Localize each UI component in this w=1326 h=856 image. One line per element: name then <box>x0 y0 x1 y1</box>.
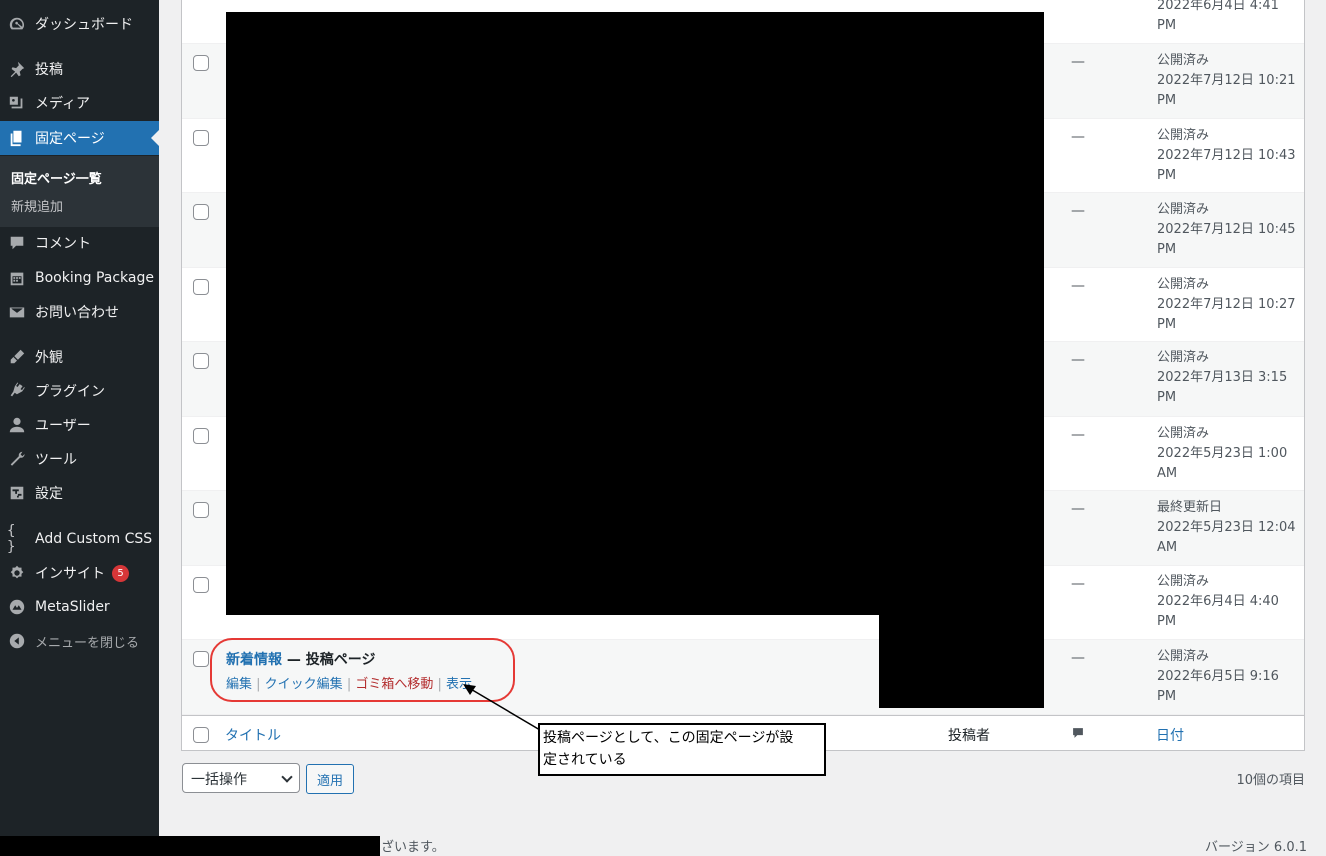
menu-users-label: ユーザー <box>35 418 91 434</box>
menu-tools-label: ツール <box>35 452 77 468</box>
submenu-all-pages[interactable]: 固定ページ一覧 <box>11 168 102 187</box>
row-author: — <box>1071 278 1085 294</box>
metaslider-icon <box>7 597 27 617</box>
plugin-icon <box>7 381 27 401</box>
row-checkbox[interactable] <box>193 55 209 71</box>
row-author: — <box>1071 54 1085 70</box>
annotation-callout: 投稿ページとして、この固定ページが設 定されている <box>538 723 826 776</box>
menu-collapse[interactable]: メニューを閉じる <box>0 624 159 658</box>
bulk-action-value: 一括操作 <box>191 772 247 788</box>
footer-thanks: ざいます。 <box>381 840 445 855</box>
wrench-icon <box>7 449 27 469</box>
row-checkbox[interactable] <box>193 130 209 146</box>
admin-sidebar: ダッシュボード 投稿 メディア 固定ページ 固定ページ一覧 新規追加 コメント … <box>0 0 159 856</box>
dashboard-icon <box>7 14 27 34</box>
menu-appearance[interactable]: 外観 <box>0 340 159 374</box>
menu-dashboard-label: ダッシュボード <box>35 17 133 33</box>
menu-plugins-label: プラグイン <box>35 384 105 400</box>
menu-settings[interactable]: 設定 <box>0 476 159 510</box>
row-author: — <box>1071 427 1085 443</box>
row-date: 最終更新日 2022年5月23日 12:04 AM <box>1157 500 1296 555</box>
menu-media-label: メディア <box>35 96 91 112</box>
comment-icon <box>7 233 27 253</box>
items-count: 10個の項目 <box>1236 773 1305 788</box>
mail-icon <box>7 302 27 322</box>
menu-booking-package[interactable]: Booking Package <box>0 261 159 295</box>
pages-icon <box>7 128 27 148</box>
collapse-icon <box>7 631 27 651</box>
media-icon <box>7 93 27 113</box>
user-icon <box>7 415 27 435</box>
row-author: — <box>1071 129 1085 145</box>
menu-media[interactable]: メディア <box>0 86 159 120</box>
menu-pages-label: 固定ページ <box>35 131 105 147</box>
row-checkbox[interactable] <box>193 651 209 667</box>
menu-users[interactable]: ユーザー <box>0 408 159 442</box>
column-author-header: 投稿者 <box>948 728 990 744</box>
redaction-box <box>226 12 1044 615</box>
menu-insight[interactable]: インサイト 5 <box>0 556 159 590</box>
menu-booking-label: Booking Package <box>35 270 154 286</box>
row-checkbox[interactable] <box>193 279 209 295</box>
chevron-down-icon <box>281 771 293 783</box>
insight-badge: 5 <box>112 564 129 582</box>
row-author: — <box>1071 501 1085 517</box>
menu-custom-css[interactable]: { } Add Custom CSS <box>0 522 159 556</box>
row-date: 公開済み 2022年6月5日 9:16 PM <box>1157 649 1279 704</box>
menu-plugins[interactable]: プラグイン <box>0 374 159 408</box>
row-checkbox[interactable] <box>193 577 209 593</box>
row-checkbox[interactable] <box>193 353 209 369</box>
insight-icon <box>7 563 27 583</box>
row-author: — <box>1071 352 1085 368</box>
redaction-box <box>0 836 380 856</box>
row-date: 公開済み 2022年6月4日 4:40 PM <box>1157 574 1279 629</box>
braces-icon: { } <box>7 523 16 555</box>
redaction-box <box>879 612 1044 708</box>
row-author: — <box>1071 576 1085 592</box>
menu-metaslider[interactable]: MetaSlider <box>0 590 159 624</box>
menu-collapse-label: メニューを閉じる <box>35 635 140 651</box>
menu-appearance-label: 外観 <box>35 350 63 366</box>
menu-tools[interactable]: ツール <box>0 442 159 476</box>
row-author: — <box>1071 650 1085 666</box>
bulk-action-select[interactable]: 一括操作 <box>182 763 300 793</box>
column-title-header[interactable]: タイトル <box>225 725 281 745</box>
menu-comments[interactable]: コメント <box>0 226 159 260</box>
row-date: 公開済み 2022年7月13日 3:15 PM <box>1157 350 1288 405</box>
row-date: 公開済み 2022年7月12日 10:27 PM <box>1157 277 1296 332</box>
menu-posts[interactable]: 投稿 <box>0 52 159 86</box>
row-checkbox[interactable] <box>193 502 209 518</box>
menu-contact[interactable]: お問い合わせ <box>0 295 159 329</box>
row-checkbox[interactable] <box>193 428 209 444</box>
row-date: 公開済み 2022年7月12日 10:43 PM <box>1157 128 1296 183</box>
menu-posts-label: 投稿 <box>35 62 63 78</box>
row-author: — <box>1071 203 1085 219</box>
footer-version: バージョン 6.0.1 <box>1205 840 1307 855</box>
pin-icon <box>7 59 27 79</box>
pages-submenu: 固定ページ一覧 新規追加 <box>0 156 159 227</box>
row-date: 2022年6月4日 4:41 PM <box>1157 0 1279 33</box>
menu-insight-label: インサイト <box>35 566 105 582</box>
menu-pages[interactable]: 固定ページ <box>0 121 159 155</box>
row-checkbox[interactable] <box>193 204 209 220</box>
row-date: 公開済み 2022年5月23日 1:00 AM <box>1157 426 1288 481</box>
menu-dashboard[interactable]: ダッシュボード <box>0 7 159 41</box>
menu-comments-label: コメント <box>35 236 91 252</box>
submenu-add-new[interactable]: 新規追加 <box>11 196 63 215</box>
menu-settings-label: 設定 <box>35 486 63 502</box>
column-date-header[interactable]: 日付 <box>1156 725 1184 745</box>
calendar-icon <box>7 268 27 288</box>
menu-contact-label: お問い合わせ <box>35 305 119 321</box>
row-date: 公開済み 2022年7月12日 10:21 PM <box>1157 53 1296 108</box>
settings-icon <box>7 483 27 503</box>
menu-metaslider-label: MetaSlider <box>35 599 110 615</box>
brush-icon <box>7 347 27 367</box>
apply-button[interactable]: 適用 <box>306 764 354 794</box>
comment-column-icon[interactable] <box>1071 726 1085 744</box>
menu-custom-css-label: Add Custom CSS <box>35 531 153 547</box>
row-date: 公開済み 2022年7月12日 10:45 PM <box>1157 202 1296 257</box>
select-all-checkbox[interactable] <box>193 727 209 743</box>
